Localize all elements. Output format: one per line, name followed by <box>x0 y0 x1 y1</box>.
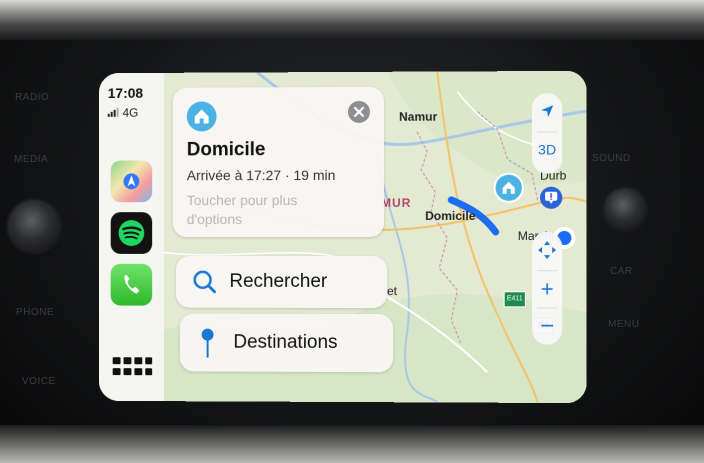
map-controls-bottom: + − <box>531 231 563 345</box>
control-divider <box>536 307 558 309</box>
sound-hard-button[interactable]: SOUND <box>592 153 631 164</box>
map-label-region: MUR <box>381 195 412 210</box>
destination-eta: Arrivée à 17:27 · 19 min <box>186 167 336 184</box>
voice-hard-button[interactable]: VOICE <box>22 376 56 387</box>
maps-glyph-icon <box>123 173 140 190</box>
home-icon <box>195 109 210 125</box>
radio-hard-button[interactable]: RADIO <box>15 92 49 103</box>
control-divider <box>536 270 558 272</box>
close-button[interactable] <box>347 100 371 123</box>
phone-app-icon[interactable] <box>110 263 153 306</box>
volume-knob[interactable] <box>8 200 60 252</box>
search-button-label: Rechercher <box>229 270 328 292</box>
map-label-domicile: Domicile <box>425 208 476 223</box>
menu-hard-button[interactable]: MENU <box>608 319 639 330</box>
search-button[interactable]: Rechercher <box>175 255 388 309</box>
tune-knob[interactable] <box>604 188 646 230</box>
search-icon <box>192 269 218 295</box>
console-bottom-trim <box>0 425 704 463</box>
destination-title: Domicile <box>186 139 266 161</box>
spotify-app-icon[interactable] <box>110 212 153 254</box>
destination-hint: Toucher pour plus d'options <box>186 192 298 228</box>
road-badge-e411: E411 <box>503 291 526 308</box>
console-top-trim <box>0 0 704 40</box>
report-incident-button[interactable] <box>540 186 563 209</box>
map-label-et: et <box>387 284 398 299</box>
speech-bubble-icon <box>545 191 558 204</box>
spotify-glyph-icon <box>118 220 152 246</box>
car-hard-button[interactable]: CAR <box>610 266 633 277</box>
location-arrow-icon[interactable] <box>539 103 555 119</box>
destinations-button-label: Destinations <box>233 331 338 353</box>
destination-card[interactable]: Domicile Arrivée à 17:27 · 19 min Touche… <box>172 86 385 237</box>
control-divider <box>536 131 558 133</box>
media-hard-button[interactable]: MEDIA <box>14 154 48 165</box>
phone-glyph-icon <box>124 274 140 294</box>
zoom-in-button[interactable]: + <box>532 276 562 302</box>
destinations-button[interactable]: Destinations <box>179 313 394 373</box>
pin-icon <box>201 328 214 358</box>
close-icon <box>353 106 364 118</box>
maps-app-icon[interactable] <box>110 160 153 203</box>
status-network: 4G <box>107 105 139 120</box>
app-grid-icon[interactable] <box>112 357 153 383</box>
phone-hard-button[interactable]: PHONE <box>16 307 54 318</box>
status-time: 17:08 <box>107 84 144 101</box>
network-type: 4G <box>122 105 139 120</box>
zoom-out-button[interactable]: − <box>532 312 562 340</box>
3d-toggle-button[interactable]: 3D <box>532 141 562 157</box>
carplay-dock: 17:08 4G <box>98 72 165 402</box>
map-controls-top: 3D <box>531 93 563 174</box>
home-icon <box>502 181 515 194</box>
carplay-screen: Namur MUR Domicile Durb Marche-en et E41… <box>98 70 587 404</box>
destination-home-pin[interactable] <box>493 172 524 203</box>
home-badge <box>186 101 217 132</box>
map-label-namur: Namur <box>399 109 438 124</box>
signal-strength-icon <box>107 106 120 120</box>
pan-arrows-icon[interactable] <box>537 240 557 260</box>
